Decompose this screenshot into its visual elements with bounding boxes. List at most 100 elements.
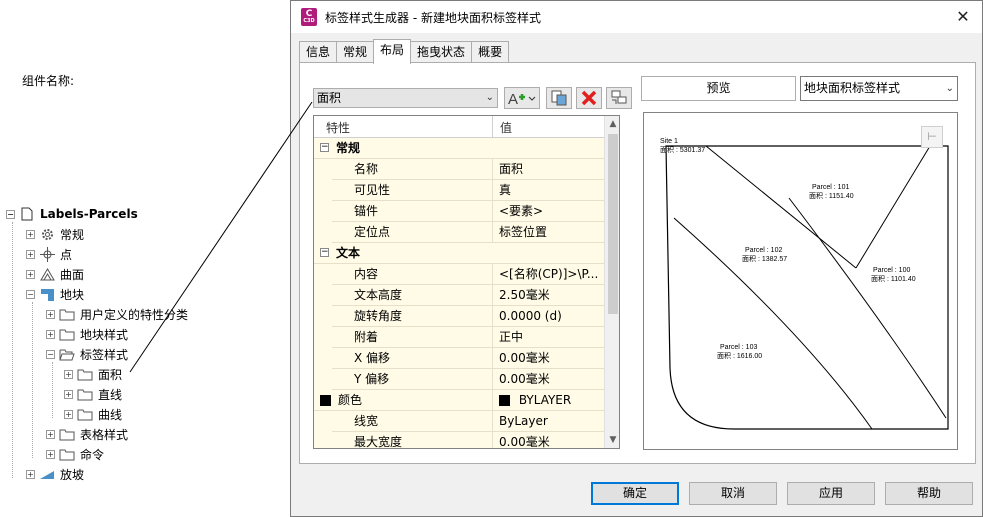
copy-component-button[interactable] bbox=[546, 87, 572, 109]
cancel-button[interactable]: 取消 bbox=[689, 482, 777, 505]
document-icon bbox=[19, 207, 35, 221]
tree-item-label: 直线 bbox=[98, 387, 123, 402]
tree-item-curve[interactable]: + 曲线 bbox=[64, 404, 122, 424]
tree-item-point[interactable]: + 点 bbox=[26, 244, 72, 264]
title-bar: C C3D 标签样式生成器 - 新建地块面积标签样式 ✕ bbox=[291, 1, 982, 33]
collapse-toggle[interactable]: − bbox=[320, 248, 329, 257]
vertical-scrollbar[interactable]: ▲ ▼ bbox=[604, 116, 619, 448]
property-row[interactable]: 最大宽度 0.00毫米 bbox=[314, 432, 604, 448]
property-row-color[interactable]: 颜色 BYLAYER bbox=[314, 390, 604, 411]
expand-toggle[interactable]: + bbox=[26, 469, 35, 479]
category-general[interactable]: − 常规 bbox=[314, 138, 604, 159]
scroll-down-icon[interactable]: ▼ bbox=[605, 432, 619, 448]
property-row[interactable]: Y 偏移 0.00毫米 bbox=[314, 369, 604, 390]
property-row[interactable]: 内容 <[名称(CP)]>\P... bbox=[314, 264, 604, 285]
property-value[interactable]: 0.00毫米 bbox=[493, 348, 604, 369]
expand-toggle[interactable]: + bbox=[64, 409, 73, 419]
preview-label-103-area: 面积 : 1616.00 bbox=[717, 351, 762, 360]
expand-toggle[interactable]: + bbox=[46, 309, 55, 319]
help-button[interactable]: 帮助 bbox=[885, 482, 973, 505]
tree-item-label-styles[interactable]: − 标签样式 bbox=[46, 344, 128, 364]
component-name-dropdown[interactable]: 面积 ⌄ bbox=[313, 88, 498, 108]
collapse-toggle[interactable]: − bbox=[6, 209, 15, 219]
expand-toggle[interactable]: + bbox=[46, 329, 55, 339]
property-row[interactable]: 可见性真 bbox=[314, 180, 604, 201]
property-value[interactable]: BYLAYER bbox=[493, 390, 604, 411]
property-value[interactable]: 真 bbox=[493, 180, 604, 201]
property-value[interactable]: 标签位置 bbox=[493, 222, 604, 243]
tree-root[interactable]: − Labels-Parcels bbox=[6, 204, 138, 224]
expand-toggle[interactable]: + bbox=[46, 449, 55, 459]
color-swatch bbox=[499, 395, 510, 406]
preview-style-dropdown[interactable]: 地块面积标签样式 ⌄ bbox=[800, 76, 958, 101]
property-row[interactable]: 名称 面积 bbox=[314, 159, 604, 180]
property-value[interactable]: 0.00毫米 bbox=[493, 369, 604, 390]
tab-layout[interactable]: 布局 bbox=[373, 39, 412, 64]
apply-button[interactable]: 应用 bbox=[787, 482, 875, 505]
folder-icon bbox=[77, 407, 93, 421]
collapse-toggle[interactable]: − bbox=[46, 349, 55, 359]
tree-item-surface[interactable]: + 曲面 bbox=[26, 264, 84, 284]
property-row[interactable]: 附着 正中 bbox=[314, 327, 604, 348]
tree-item-parcel[interactable]: − 地块 bbox=[26, 284, 84, 304]
property-name: 线宽 bbox=[332, 411, 492, 432]
property-row[interactable]: X 偏移 0.00毫米 bbox=[314, 348, 604, 369]
tree-item-grading[interactable]: + 放坡 bbox=[26, 464, 84, 484]
property-name-text: 颜色 bbox=[338, 393, 363, 407]
property-row[interactable]: 定位点 标签位置 bbox=[314, 222, 604, 243]
value-column-header: 值 bbox=[500, 121, 513, 135]
tree-item-user-defined[interactable]: + 用户定义的特性分类 bbox=[46, 304, 188, 324]
property-name: 定位点 bbox=[332, 222, 492, 243]
property-row[interactable]: 线宽 ByLayer bbox=[314, 411, 604, 432]
tree-item-commands[interactable]: + 命令 bbox=[46, 444, 104, 464]
scroll-thumb[interactable] bbox=[608, 134, 618, 314]
tab-summary[interactable]: 概要 bbox=[471, 41, 510, 63]
preview-style-value: 地块面积标签样式 bbox=[804, 81, 901, 95]
draw-order-icon bbox=[611, 90, 627, 104]
tab-dragged-state[interactable]: 拖曳状态 bbox=[410, 41, 473, 63]
property-value[interactable]: 0.0000 (d) bbox=[493, 306, 604, 327]
tree-item-area[interactable]: + 面积 bbox=[64, 364, 122, 384]
property-name: 旋转角度 bbox=[332, 306, 492, 327]
expand-toggle[interactable]: + bbox=[46, 429, 55, 439]
property-value[interactable]: <[名称(CP)]>\P... bbox=[493, 264, 604, 285]
property-value[interactable]: 0.00毫米 bbox=[493, 432, 604, 448]
tree-item-general[interactable]: + 常规 bbox=[26, 224, 84, 244]
delete-x-icon bbox=[581, 90, 597, 106]
property-value[interactable]: <要素> bbox=[493, 201, 604, 222]
tree-root-label: Labels-Parcels bbox=[40, 207, 138, 221]
property-column-header: 特性 bbox=[326, 121, 351, 135]
delete-component-button[interactable] bbox=[576, 87, 602, 109]
property-value[interactable]: 2.50毫米 bbox=[493, 285, 604, 306]
component-draw-order-button[interactable] bbox=[606, 87, 632, 109]
parcel-line bbox=[788, 197, 947, 419]
preview-label-site: Site 1 bbox=[660, 138, 678, 145]
category-text[interactable]: − 文本 bbox=[314, 243, 604, 264]
property-value[interactable]: 面积 bbox=[493, 159, 604, 180]
ok-button[interactable]: 确定 bbox=[591, 482, 679, 505]
scroll-up-icon[interactable]: ▲ bbox=[605, 116, 619, 132]
collapse-toggle[interactable]: − bbox=[320, 143, 329, 152]
zoom-extents-icon[interactable]: ⊢ bbox=[921, 126, 943, 148]
tab-info[interactable]: 信息 bbox=[299, 41, 338, 63]
tree-item-line[interactable]: + 直线 bbox=[64, 384, 122, 404]
expand-toggle[interactable]: + bbox=[26, 249, 35, 259]
property-value[interactable]: 正中 bbox=[493, 327, 604, 348]
property-name: Y 偏移 bbox=[332, 369, 492, 390]
preview-pane[interactable]: Site 1 面积 : 5301.37 Parcel : 101 面积 : 11… bbox=[643, 112, 958, 450]
expand-toggle[interactable]: + bbox=[26, 269, 35, 279]
collapse-toggle[interactable]: − bbox=[26, 289, 35, 299]
folder-icon bbox=[59, 307, 75, 321]
property-value[interactable]: ByLayer bbox=[493, 411, 604, 432]
property-row[interactable]: 旋转角度 0.0000 (d) bbox=[314, 306, 604, 327]
expand-toggle[interactable]: + bbox=[64, 389, 73, 399]
tree-item-parcel-styles[interactable]: + 地块样式 bbox=[46, 324, 128, 344]
create-text-component-button[interactable]: A bbox=[504, 87, 540, 109]
tab-general[interactable]: 常规 bbox=[336, 41, 375, 63]
property-row[interactable]: 锚件 <要素> bbox=[314, 201, 604, 222]
expand-toggle[interactable]: + bbox=[26, 229, 35, 239]
tree-item-table-styles[interactable]: + 表格样式 bbox=[46, 424, 128, 444]
expand-toggle[interactable]: + bbox=[64, 369, 73, 379]
close-icon[interactable]: ✕ bbox=[952, 6, 974, 28]
property-row[interactable]: 文本高度 2.50毫米 bbox=[314, 285, 604, 306]
